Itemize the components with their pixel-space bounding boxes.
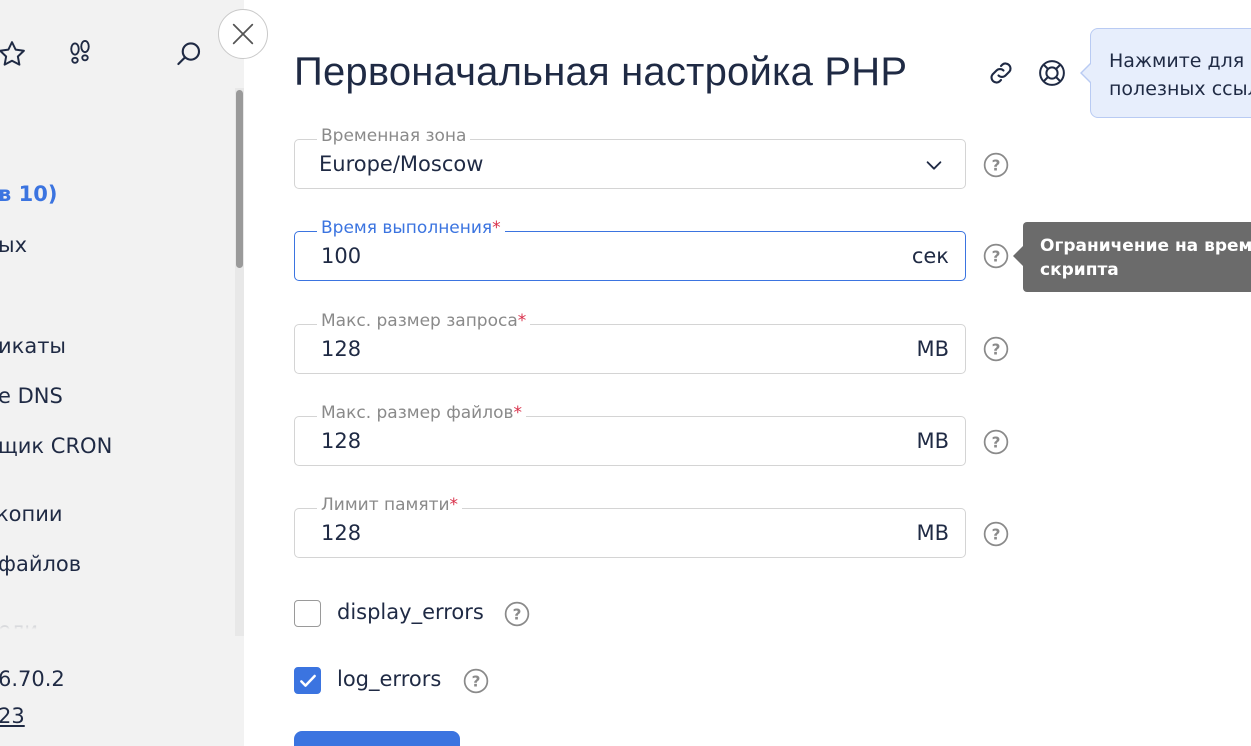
timezone-label: Временная зона <box>317 126 471 146</box>
help-icon-max-request[interactable]: ? <box>983 336 1009 362</box>
exec-time-tooltip: Ограничение на время скрипта <box>1023 222 1251 292</box>
display-errors-label[interactable]: display_errors <box>337 600 484 624</box>
sidebar-item-4[interactable]: e DNS <box>0 384 63 408</box>
svg-text:?: ? <box>992 247 1001 265</box>
exec-time-unit: сек <box>911 244 949 268</box>
required-marker: * <box>513 403 523 423</box>
help-icon-display-errors[interactable]: ? <box>504 601 530 627</box>
svg-text:?: ? <box>992 433 1001 451</box>
max-request-value[interactable]: 128 <box>321 337 361 361</box>
svg-text:?: ? <box>513 605 522 623</box>
tooltip-line2: скрипта <box>1040 260 1119 280</box>
max-request-label-text: Макс. размер запроса <box>321 311 518 331</box>
log-errors-label[interactable]: log_errors <box>337 667 441 691</box>
max-files-field[interactable]: Макс. размер файлов* 128 MB <box>294 403 966 466</box>
search-icon[interactable] <box>173 38 205 70</box>
sidebar-item-1[interactable]: в 10) <box>0 182 57 206</box>
display-errors-checkbox[interactable] <box>294 600 321 627</box>
star-icon[interactable] <box>0 38 28 70</box>
help-icon-timezone[interactable]: ? <box>983 152 1009 178</box>
memory-limit-label: Лимит памяти* <box>317 495 463 515</box>
svg-text:?: ? <box>992 156 1001 174</box>
checkmark-icon <box>300 674 316 687</box>
page-title: Первоначальная настройка PHP <box>294 50 908 94</box>
close-button[interactable] <box>218 9 268 59</box>
help-bubble[interactable]: Нажмите для полезных ссылок <box>1090 28 1251 118</box>
help-icon-max-files[interactable]: ? <box>983 429 1009 455</box>
help-bubble-line1: Нажмите для <box>1109 50 1245 72</box>
max-files-label-text: Макс. размер файлов <box>321 403 514 423</box>
sidebar-scrollbar[interactable] <box>235 88 244 636</box>
sidebar-item-5[interactable]: щик CRON <box>0 434 112 458</box>
max-request-field[interactable]: Макс. размер запроса* 128 MB <box>294 311 966 374</box>
memory-limit-label-text: Лимит памяти <box>321 495 450 515</box>
memory-limit-field[interactable]: Лимит памяти* 128 MB <box>294 495 966 558</box>
max-files-value[interactable]: 128 <box>321 429 361 453</box>
lifebuoy-icon[interactable] <box>1035 56 1069 90</box>
sidebar-scroll-fade <box>0 604 234 638</box>
max-files-unit: MB <box>916 429 949 453</box>
help-icon-exec-time[interactable]: ? <box>983 243 1009 269</box>
submit-button[interactable] <box>294 731 460 746</box>
timezone-select[interactable]: Временная зона Europe/Moscow <box>294 126 966 189</box>
required-marker: * <box>492 218 501 238</box>
required-marker: * <box>517 311 527 331</box>
required-marker: * <box>449 495 459 515</box>
close-icon <box>232 23 254 45</box>
log-errors-checkbox[interactable] <box>294 667 321 694</box>
help-bubble-line2: полезных ссылок <box>1109 78 1251 100</box>
sidebar-link[interactable]: 23 <box>0 704 25 728</box>
scrollbar-thumb[interactable] <box>236 90 243 268</box>
chevron-down-icon <box>926 161 942 170</box>
svg-text:?: ? <box>992 340 1001 358</box>
timezone-value: Europe/Moscow <box>319 152 484 176</box>
help-icon-memory-limit[interactable]: ? <box>983 521 1009 547</box>
sidebar: в 10) ых икаты e DNS щик CRON копии файл… <box>0 0 244 746</box>
tooltip-line1: Ограничение на время <box>1040 236 1251 256</box>
link-icon[interactable] <box>984 56 1018 90</box>
max-request-label: Макс. размер запроса* <box>317 311 531 331</box>
footprints-icon[interactable] <box>64 38 96 70</box>
sidebar-item-6[interactable]: копии <box>0 502 63 526</box>
exec-time-field[interactable]: Время выполнения* 100 сек <box>294 218 966 281</box>
sidebar-item-3[interactable]: икаты <box>0 334 66 358</box>
sidebar-item-7[interactable]: файлов <box>0 552 81 576</box>
help-icon-log-errors[interactable]: ? <box>463 668 489 694</box>
exec-time-label: Время выполнения* <box>317 218 505 238</box>
sidebar-version: 6.70.2 <box>0 667 65 691</box>
memory-limit-unit: MB <box>916 521 949 545</box>
svg-text:?: ? <box>472 672 481 690</box>
exec-time-value[interactable]: 100 <box>321 244 361 268</box>
exec-time-label-text: Время выполнения <box>321 218 493 238</box>
memory-limit-value[interactable]: 128 <box>321 521 361 545</box>
help-bubble-arrow-inner <box>1082 63 1092 83</box>
svg-text:?: ? <box>992 525 1001 543</box>
max-request-unit: MB <box>916 337 949 361</box>
max-files-label: Макс. размер файлов* <box>317 403 527 423</box>
tooltip-arrow <box>1013 246 1023 266</box>
sidebar-item-2[interactable]: ых <box>0 233 27 257</box>
